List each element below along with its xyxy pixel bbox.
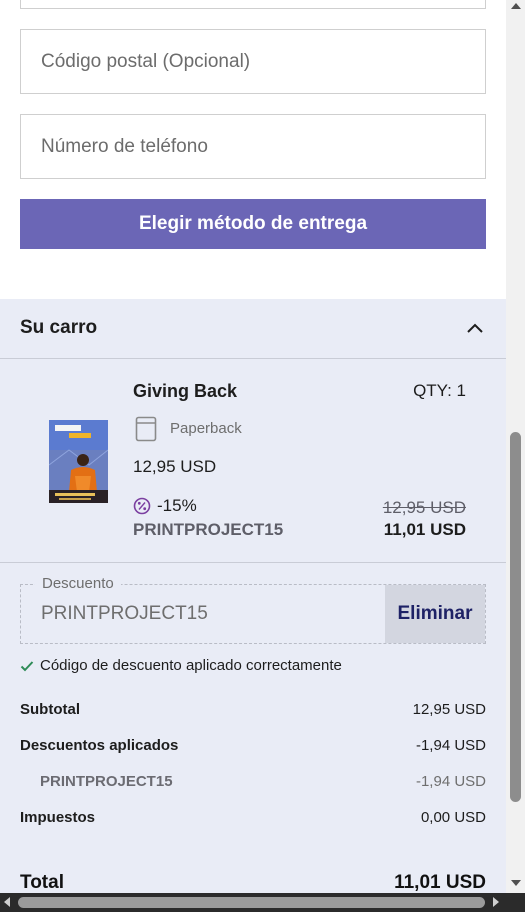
vertical-scroll-thumb[interactable]: [510, 432, 521, 802]
phone-input[interactable]: [21, 115, 485, 178]
discounts-label: Descuentos aplicados: [20, 737, 179, 754]
cart-panel: Su carro Giving Back QTY: 1 Paperback 12…: [0, 299, 506, 893]
check-icon: [20, 660, 34, 671]
subtotal-value: 12,95 USD: [412, 701, 486, 718]
cart-item: Giving Back QTY: 1 Paperback 12,95 USD -…: [0, 359, 506, 563]
item-unit-price: 12,95 USD: [133, 457, 217, 476]
item-discounted-price: 11,01 USD: [383, 520, 466, 539]
postal-code-input[interactable]: [21, 30, 485, 93]
choose-delivery-button[interactable]: Elegir método de entrega: [20, 199, 486, 249]
horizontal-scroll-thumb[interactable]: [18, 897, 485, 908]
percent-badge-icon: [133, 497, 151, 515]
scroll-left-icon[interactable]: [4, 897, 10, 907]
postal-code-field[interactable]: [20, 29, 486, 94]
discount-success-message: Código de descuento aplicado correctamen…: [20, 657, 342, 674]
total-value: 11,01 USD: [394, 872, 486, 893]
discount-code-value: -1,94 USD: [415, 773, 486, 790]
success-text: Código de descuento aplicado correctamen…: [40, 657, 342, 674]
total-label: Total: [20, 872, 64, 893]
subtotal-row: Subtotal 12,95 USD: [20, 701, 486, 723]
taxes-value: 0,00 USD: [420, 809, 486, 826]
chevron-up-icon[interactable]: [466, 321, 484, 335]
remove-discount-button[interactable]: Eliminar: [385, 585, 485, 643]
discount-code-row: PRINTPROJECT15 -1,94 USD: [20, 773, 486, 795]
item-format: Paperback: [170, 420, 242, 437]
subtotal-label: Subtotal: [20, 701, 80, 718]
scroll-down-icon[interactable]: [511, 880, 521, 886]
scroll-up-icon[interactable]: [511, 3, 521, 9]
discounts-row: Descuentos aplicados -1,94 USD: [20, 737, 486, 759]
checkout-page: Elegir método de entrega Su carro: [0, 0, 506, 893]
taxes-label: Impuestos: [20, 809, 96, 826]
total-row: Total 11,01 USD: [20, 872, 486, 893]
taxes-row: Impuestos 0,00 USD: [20, 809, 486, 831]
scrollbar-corner: [506, 893, 525, 912]
book-cover-image: [49, 420, 108, 503]
scroll-right-icon[interactable]: [493, 897, 499, 907]
discount-code-label: PRINTPROJECT15: [40, 773, 173, 790]
horizontal-scrollbar[interactable]: [0, 893, 525, 912]
discounts-value: -1,94 USD: [415, 737, 486, 754]
item-original-price: 12,95 USD: [382, 498, 466, 517]
cart-header[interactable]: Su carro: [0, 299, 506, 359]
vertical-scrollbar[interactable]: [506, 0, 525, 893]
cart-title: Su carro: [20, 317, 98, 338]
address-input[interactable]: [21, 0, 485, 8]
phone-field[interactable]: [20, 114, 486, 179]
item-quantity: QTY: 1: [413, 381, 466, 400]
discount-code-input[interactable]: [21, 585, 386, 643]
book-icon: [135, 416, 157, 442]
item-discount-code: PRINTPROJECT15: [133, 520, 284, 539]
item-discount-percent: -15%: [157, 496, 197, 515]
address-field[interactable]: [20, 0, 486, 9]
discount-field[interactable]: Descuento Eliminar: [20, 575, 486, 644]
item-title: Giving Back: [133, 381, 238, 401]
